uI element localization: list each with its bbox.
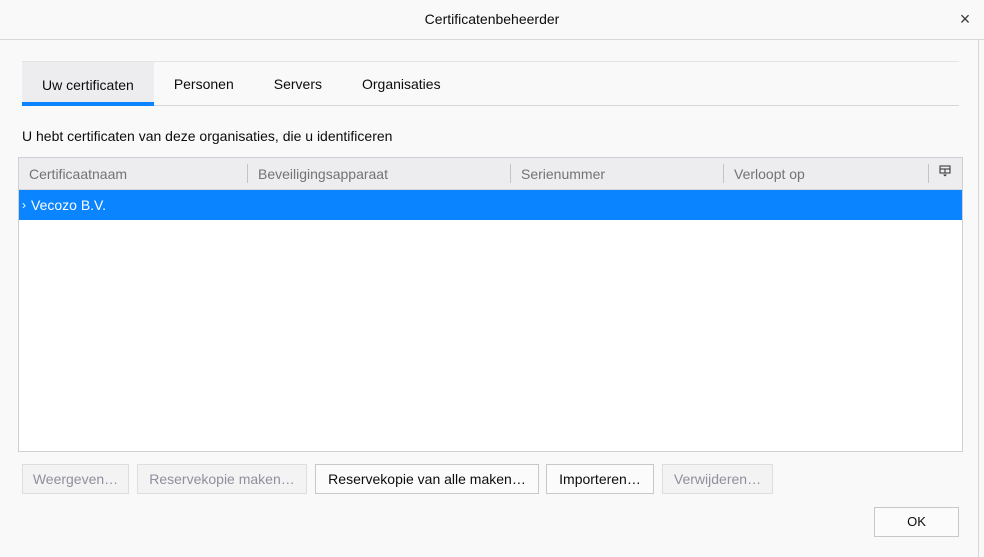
column-picker-icon[interactable] xyxy=(929,164,961,184)
ok-button[interactable]: OK xyxy=(874,507,959,537)
description-text: U hebt certificaten van deze organisatie… xyxy=(22,128,393,144)
tree-row-label: Vecozo B.V. xyxy=(31,197,106,213)
column-header-name[interactable]: Certificaatnaam xyxy=(19,158,247,189)
tab-authorities[interactable]: Organisaties xyxy=(342,62,461,106)
tab-people[interactable]: Personen xyxy=(154,62,254,106)
window-edge xyxy=(978,40,984,557)
backup-button[interactable]: Reservekopie maken… xyxy=(137,464,307,494)
close-icon[interactable]: × xyxy=(952,6,978,32)
window-title: Certificatenbeheerder xyxy=(424,11,560,27)
delete-button[interactable]: Verwijderen… xyxy=(662,464,773,494)
tab-servers[interactable]: Servers xyxy=(254,62,342,106)
tree-row-vecozo[interactable]: › Vecozo B.V. xyxy=(19,190,962,220)
backup-all-button[interactable]: Reservekopie van alle maken… xyxy=(315,464,539,494)
view-button[interactable]: Weergeven… xyxy=(22,464,129,494)
twisty-icon[interactable]: › xyxy=(22,190,26,221)
column-header-expires[interactable]: Verloopt op xyxy=(724,158,928,189)
tab-strip: Uw certificaten Personen Servers Organis… xyxy=(22,61,959,106)
column-picker-glyph xyxy=(939,165,951,177)
title-bar: Certificatenbeheerder × xyxy=(0,0,984,40)
certificate-tree[interactable]: Certificaatnaam Beveiligingsapparaat Ser… xyxy=(18,157,963,452)
table-header: Certificaatnaam Beveiligingsapparaat Ser… xyxy=(19,158,962,190)
import-button[interactable]: Importeren… xyxy=(546,464,654,494)
column-header-device[interactable]: Beveiligingsapparaat xyxy=(248,158,510,189)
column-header-serial[interactable]: Serienummer xyxy=(511,158,723,189)
tab-your-certificates[interactable]: Uw certificaten xyxy=(22,62,154,106)
